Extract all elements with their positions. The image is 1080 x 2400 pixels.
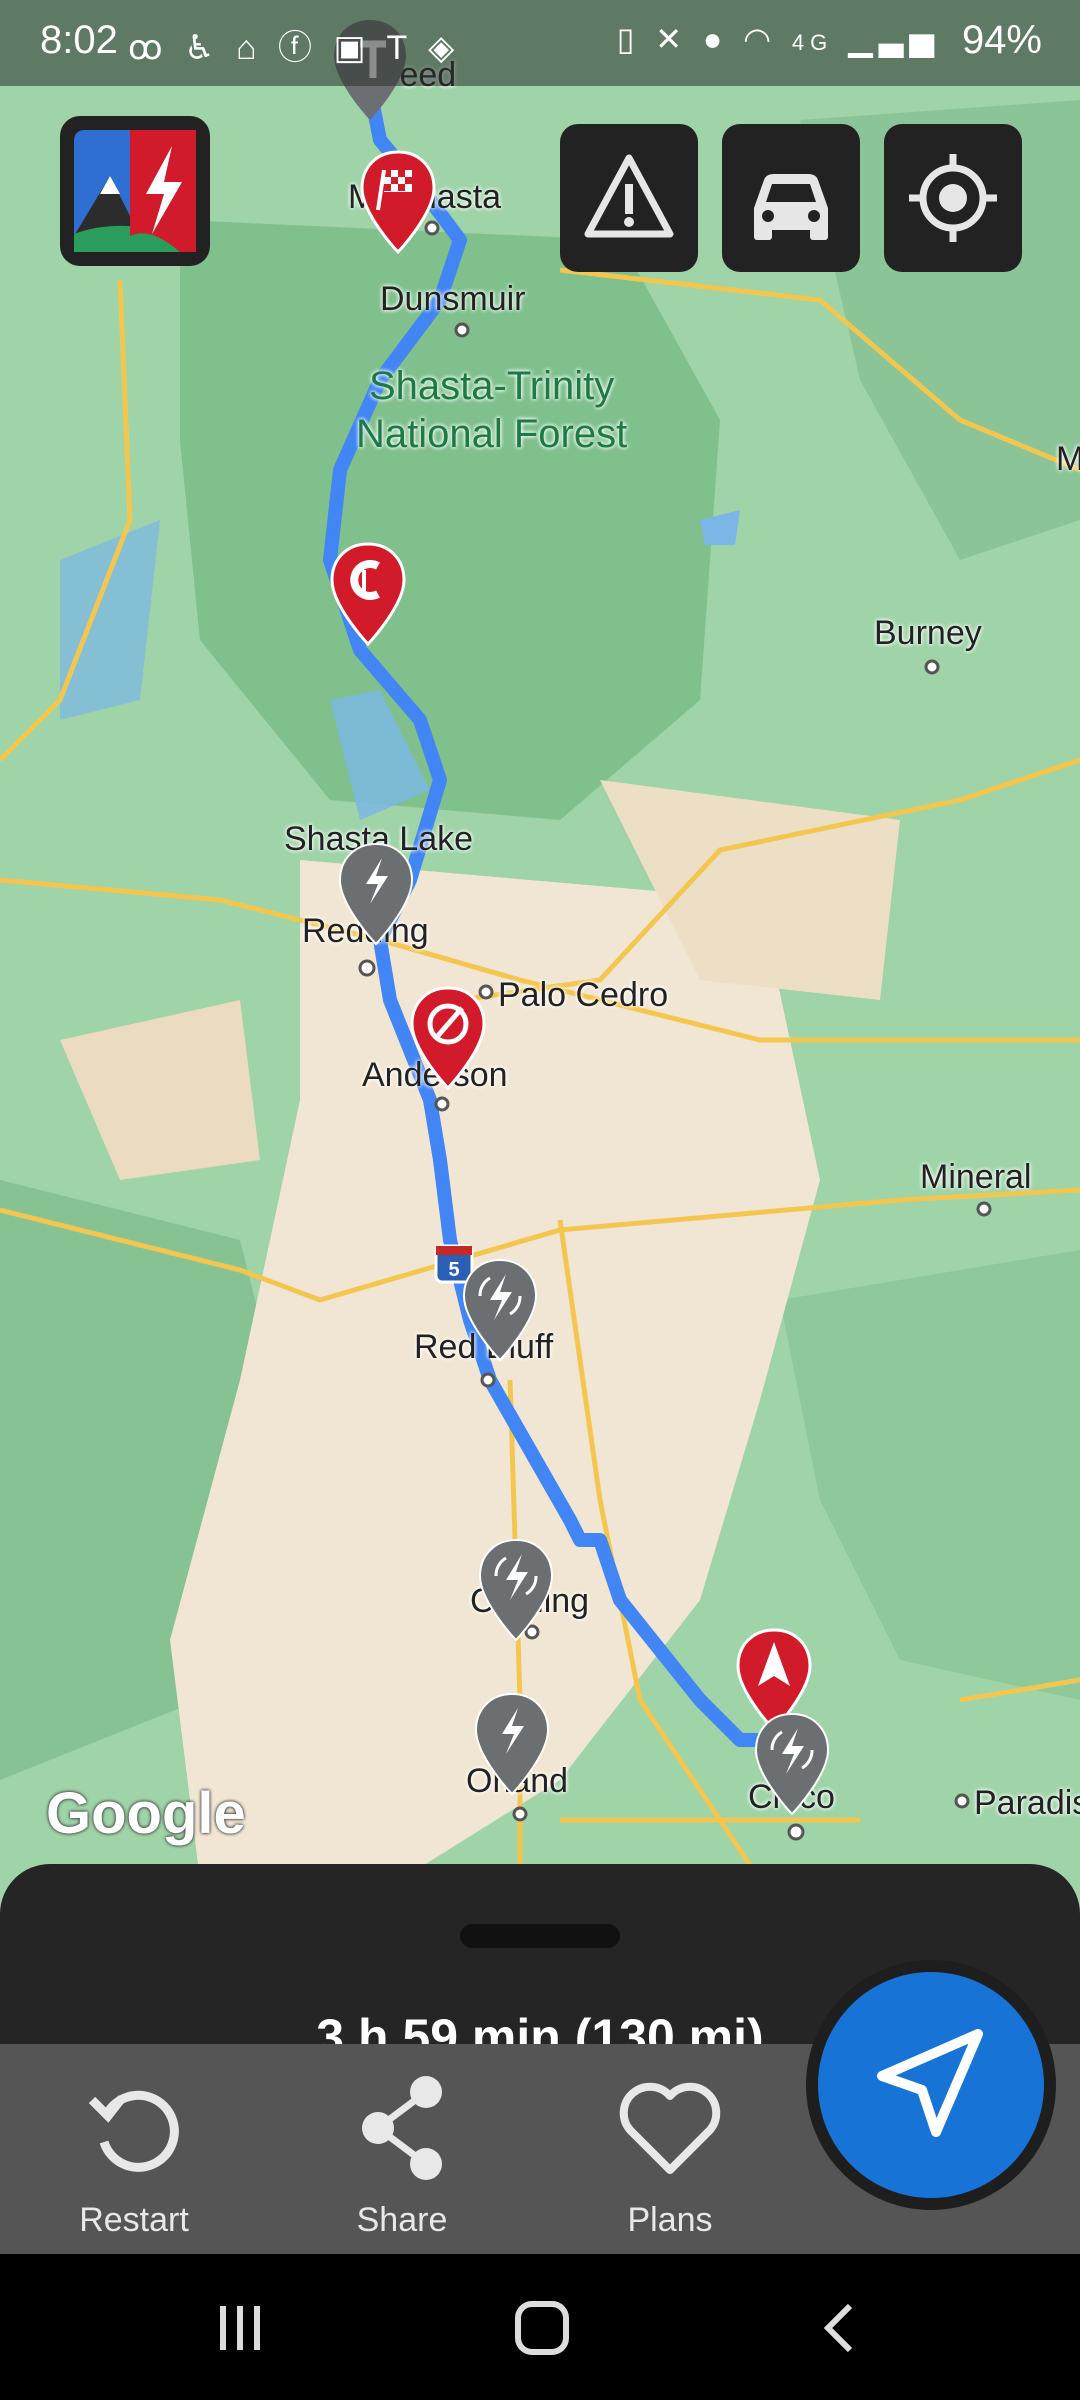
charger-pin-redding[interactable] — [336, 840, 416, 950]
label-park-line2: National Forest — [356, 412, 628, 456]
status-left-icons: ꝏ ♿ ⌂ ⓕ ▣ T ◈ — [128, 20, 460, 69]
restart-icon — [88, 2090, 179, 2172]
restart-label: Restart — [79, 2201, 189, 2239]
charger-pin-orland[interactable] — [472, 1690, 552, 1800]
label-park-line1: Shasta-Trinity — [368, 364, 615, 408]
share-icon — [362, 2076, 442, 2180]
label-mineral: Mineral — [920, 1158, 1032, 1196]
supercharger-pin-red-bluff[interactable] — [458, 1256, 542, 1366]
diamond-icon: ◈ — [428, 29, 461, 67]
mute-icon: ✕ — [655, 21, 688, 57]
signal-icon: ▁▃▅ — [848, 21, 940, 57]
supercharger-pin-corning[interactable] — [474, 1536, 558, 1646]
share-button[interactable]: Share — [302, 2072, 502, 2240]
warning-icon — [584, 154, 674, 238]
battery-saver-icon: ▯ — [616, 21, 641, 57]
label-m-partial: M — [1056, 440, 1080, 478]
accessibility-icon: ♿ — [184, 29, 221, 67]
my-location-icon — [909, 154, 997, 242]
label-dunsmuir: Dunsmuir — [380, 280, 526, 318]
label-park: Shasta-Trinity National Forest — [356, 362, 627, 458]
heart-icon — [619, 2082, 721, 2174]
send-arrow-icon — [877, 2029, 983, 2137]
system-navigation-bar — [0, 2254, 1080, 2400]
google-attribution: Google — [46, 1781, 246, 1846]
tesla-icon: T — [386, 29, 413, 67]
plans-label: Plans — [627, 2201, 713, 2239]
recent-apps-icon[interactable] — [210, 2300, 270, 2356]
hazard-button[interactable] — [560, 124, 698, 272]
car-icon — [754, 174, 828, 240]
battery-level: 94% — [961, 18, 1042, 62]
plans-button[interactable]: Plans — [570, 2072, 770, 2240]
share-label: Share — [356, 2201, 448, 2239]
home-icon: ⌂ — [236, 29, 263, 67]
facebook-icon: ⓕ — [278, 29, 319, 67]
sheet-drag-handle[interactable] — [460, 1924, 620, 1948]
status-time: 8:02 — [40, 18, 118, 62]
start-navigation-fill — [818, 1972, 1044, 2198]
destination-pin-mt-shasta[interactable] — [356, 148, 440, 258]
start-navigation-button[interactable] — [806, 1960, 1056, 2210]
4g-icon: 4G — [791, 30, 834, 55]
location-icon: ● — [702, 21, 729, 57]
supercharger-pin-chico[interactable] — [750, 1710, 834, 1820]
gallery-icon: ▣ — [333, 29, 372, 67]
status-bar: 8:02 ꝏ ♿ ⌂ ⓕ ▣ T ◈ ▯ ✕ ● ◠ 4G ▁▃▅ 94% — [0, 0, 1080, 86]
voicemail-icon: ꝏ — [128, 29, 169, 67]
food-pin-anderson[interactable] — [406, 984, 490, 1094]
vehicle-button[interactable] — [722, 124, 860, 272]
app-logo-icon — [74, 130, 196, 252]
wifi-icon: ◠ — [743, 21, 778, 57]
status-right-icons: ▯ ✕ ● ◠ 4G ▁▃▅ — [617, 20, 940, 58]
label-burney: Burney — [874, 614, 982, 652]
app-logo[interactable] — [60, 116, 210, 266]
label-palo-cedro: Palo Cedro — [498, 976, 669, 1014]
my-location-button[interactable] — [884, 124, 1022, 272]
label-paradise: Paradis — [974, 1784, 1080, 1822]
restaurant-pin[interactable] — [326, 540, 410, 650]
restart-button[interactable]: Restart — [34, 2072, 234, 2240]
back-icon[interactable] — [816, 2300, 866, 2356]
home-nav-icon[interactable] — [510, 2298, 574, 2358]
map-view[interactable]: 5 Weed Mt Shasta Dunsmuir Shasta-Trinity… — [0, 0, 1080, 1880]
